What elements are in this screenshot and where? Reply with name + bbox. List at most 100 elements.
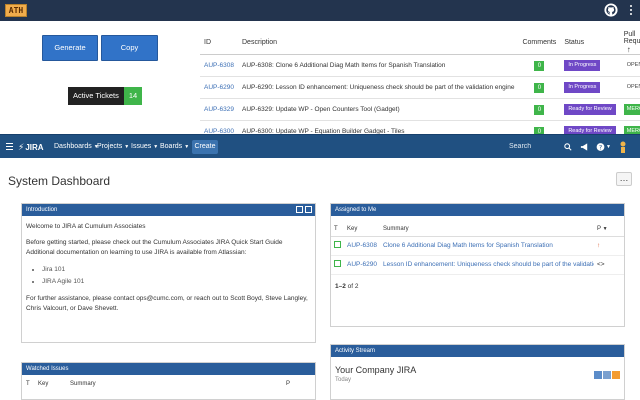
help-icon[interactable]: ?: [596, 142, 605, 152]
gadget-header[interactable]: Watched Issues: [22, 363, 315, 375]
ticket-description: AUP-6308: Clone 6 Additional Diag Math I…: [238, 54, 519, 77]
activity-date: Today: [335, 377, 352, 383]
chevron-down-icon: ▼: [153, 144, 159, 150]
col-type[interactable]: T: [331, 222, 344, 237]
watched-issues-gadget: Watched Issues T Key Summary P: [21, 362, 316, 400]
story-icon: [334, 241, 341, 248]
pr-badge[interactable]: OPEN: [624, 60, 640, 71]
intro-welcome: Welcome to JIRA at Cumulum Associates: [26, 223, 146, 230]
status-badge: Ready for Review: [564, 104, 616, 115]
issue-key-link[interactable]: AUP-6290: [344, 255, 380, 275]
ticket-id-link[interactable]: AUP-6300: [200, 120, 238, 134]
assigned-to-me-gadget: Assigned to Me T Key Summary P ▼ AUP-630…: [330, 203, 625, 327]
pagination: 1–2 of 2: [331, 275, 624, 298]
gadget-header[interactable]: Assigned to Me: [331, 204, 624, 216]
nav-issues[interactable]: Issues ▼: [131, 141, 158, 153]
minimize-icon[interactable]: [296, 206, 303, 213]
table-row[interactable]: AUP-6308 Clone 6 Additional Diag Math It…: [331, 236, 624, 256]
rss-icon[interactable]: [612, 371, 620, 379]
nav-boards-label: Boards: [160, 143, 183, 150]
activity-title: Your Company JIRA: [335, 365, 417, 375]
avatar[interactable]: [618, 141, 628, 153]
assigned-table: T Key Summary P ▼ AUP-6308 Clone 6 Addit…: [331, 222, 624, 275]
intro-docs-text: Additional documentation on learning to …: [26, 249, 247, 256]
ath-panel: Generate Issues Copy Description Active …: [0, 21, 640, 134]
ticket-description: AUP-6329: Update WP - Open Counters Tool…: [238, 98, 519, 121]
more-options-button[interactable]: …: [616, 172, 632, 186]
story-icon: [334, 260, 341, 267]
kebab-menu-icon[interactable]: [627, 4, 635, 17]
status-badge: In Progress: [564, 82, 601, 93]
dashboard: System Dashboard … Introduction Welcome …: [0, 158, 640, 400]
pager-total: of 2: [347, 282, 359, 290]
pr-badge[interactable]: OPEN: [624, 82, 640, 93]
ticket-id-link[interactable]: AUP-6329: [200, 98, 238, 121]
create-button[interactable]: Create: [192, 140, 218, 154]
issue-summary-link[interactable]: Clone 6 Additional Diag Math Items for S…: [380, 236, 594, 256]
nav-projects[interactable]: Projects ▼: [97, 141, 129, 153]
gadget-header[interactable]: Activity Stream: [331, 345, 624, 357]
col-id[interactable]: ID: [200, 31, 238, 55]
gadget-title: Assigned to Me: [335, 207, 377, 213]
comments-badge: 0: [534, 82, 545, 93]
link-jira-101[interactable]: Jira 101: [42, 264, 311, 276]
intro-footer: For further assistance, please contact o…: [26, 295, 308, 312]
issue-summary-link[interactable]: Lesson ID enhancement: Uniqueness check …: [380, 255, 594, 275]
megaphone-icon[interactable]: [580, 142, 589, 152]
col-comments[interactable]: Comments: [518, 31, 561, 55]
gadget-header[interactable]: Introduction: [22, 204, 315, 216]
table-row[interactable]: AUP-6308 AUP-6308: Clone 6 Additional Di…: [200, 54, 640, 77]
pr-badge[interactable]: MERGED: [623, 126, 640, 134]
col-priority[interactable]: P: [286, 381, 290, 387]
comments-badge: 0: [534, 60, 545, 71]
col-type[interactable]: T: [26, 381, 38, 387]
gadget-title: Introduction: [26, 207, 58, 213]
ath-logo: ATH: [5, 4, 27, 17]
ticket-id-link[interactable]: AUP-6308: [200, 54, 238, 77]
generate-issues-button[interactable]: Generate Issues: [42, 35, 98, 76]
nav-projects-label: Projects: [97, 143, 123, 150]
col-status[interactable]: Status: [560, 31, 620, 55]
col-key[interactable]: Key: [344, 222, 380, 237]
search-icon[interactable]: [564, 143, 572, 151]
col-summary[interactable]: Summary: [380, 222, 594, 237]
jira-logo[interactable]: ⚡JIRA: [18, 141, 44, 153]
nav-boards[interactable]: Boards ▼: [160, 141, 189, 153]
chevron-down-icon: ▼: [184, 144, 190, 150]
sort-up-icon[interactable]: ↑: [627, 45, 631, 54]
col-pull-request[interactable]: Pull Request↑: [619, 31, 640, 55]
table-row[interactable]: AUP-6300 AUP-6300: Update WP - Equation …: [200, 120, 640, 134]
active-tickets-count: 14: [123, 87, 143, 105]
table-row[interactable]: AUP-6329 AUP-6329: Update WP - Open Coun…: [200, 98, 640, 121]
github-icon[interactable]: [604, 3, 618, 17]
ticket-description: AUP-6300: Update WP - Equation Builder G…: [238, 120, 519, 134]
page-title: System Dashboard: [8, 174, 111, 188]
link-jira-agile-101[interactable]: JIRA Agile 101: [42, 276, 311, 288]
copy-description-button[interactable]: Copy Description: [101, 35, 158, 76]
col-priority-label: P: [597, 225, 601, 232]
filter-icon[interactable]: [594, 371, 602, 379]
ath-toolbar: ATH: [0, 0, 640, 21]
gadget-menu-icon[interactable]: [305, 206, 312, 213]
jira-logo-text: JIRA: [25, 143, 44, 152]
activity-stream-gadget: Activity Stream Your Company JIRA Today: [330, 344, 625, 400]
col-priority[interactable]: P ▼: [594, 222, 624, 237]
pr-badge[interactable]: MERGED: [623, 104, 640, 115]
list-icon[interactable]: [603, 371, 611, 379]
ticket-id-link[interactable]: AUP-6290: [200, 76, 238, 99]
comments-badge: 0: [534, 104, 545, 115]
chevron-down-icon: ▼: [124, 144, 130, 150]
table-row[interactable]: AUP-6290 AUP-6290: Lesson ID enhancement…: [200, 76, 640, 99]
ticket-description: AUP-6290: Lesson ID enhancement: Uniquen…: [238, 76, 519, 99]
col-summary[interactable]: Summary: [70, 381, 286, 387]
nav-dashboards[interactable]: Dashboards ▼: [54, 141, 99, 153]
table-row[interactable]: AUP-6290 Lesson ID enhancement: Uniquene…: [331, 255, 624, 275]
status-badge: In Progress: [564, 60, 601, 71]
issue-key-link[interactable]: AUP-6308: [344, 236, 380, 256]
col-description[interactable]: Description: [238, 31, 519, 55]
col-key[interactable]: Key: [38, 381, 70, 387]
chevron-down-icon[interactable]: ▼: [606, 141, 611, 153]
introduction-gadget: Introduction Welcome to JIRA at Cumulum …: [21, 203, 316, 343]
app-switcher-icon[interactable]: [6, 143, 13, 150]
nav-dashboards-label: Dashboards: [54, 143, 92, 150]
